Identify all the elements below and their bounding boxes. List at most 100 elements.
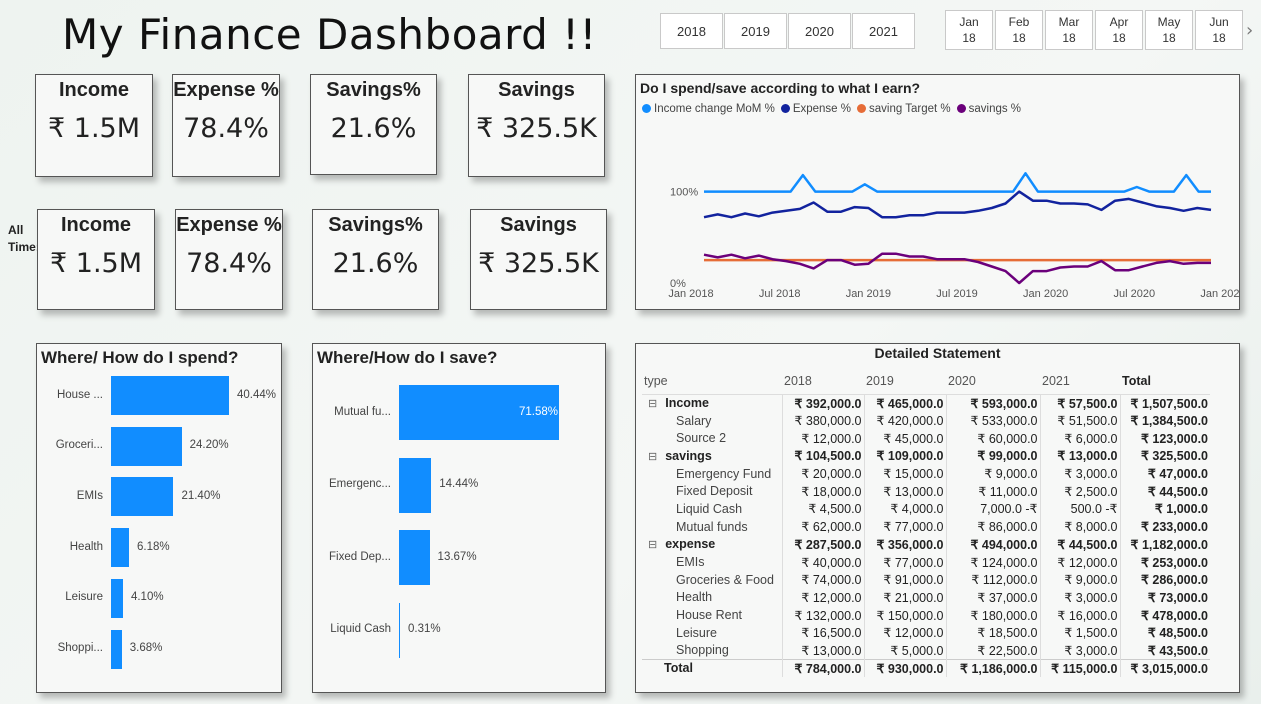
x-tick-label: Jan 2021 — [1200, 288, 1239, 300]
month-name: Mar — [1058, 15, 1080, 29]
month-slicer-apr18[interactable]: Apr 18 — [1095, 10, 1143, 50]
column-header[interactable]: 2018 — [782, 368, 864, 395]
table-cell: ₹ 40,000.0 — [781, 553, 864, 571]
month-name: Feb — [1008, 15, 1030, 29]
table-row[interactable]: ⊟ Income ₹ 392,000.0 ₹ 465,000.0 ₹ 593,000.0… — [642, 394, 1210, 412]
table-cell: ₹ 180,000.0 — [945, 606, 1040, 624]
table-row[interactable]: EMIs ₹ 40,000.0 ₹ 77,000.0 ₹ 124,000.0 ₹ 12,… — [642, 553, 1210, 571]
table-cell: ₹ 47,000.0 — [1119, 464, 1210, 483]
bar[interactable] — [111, 528, 130, 568]
table-cell: ₹ 4,500.0 — [781, 500, 864, 518]
table-row[interactable]: House Rent ₹ 132,000.0 ₹ 150,000.0 ₹ 180,00… — [642, 606, 1210, 624]
table-row[interactable]: ⊟ expense ₹ 287,500.0 ₹ 356,000.0 ₹ 494,000.… — [642, 535, 1210, 554]
row-label: Liquid Cash — [676, 501, 743, 516]
month-slicer-jan18[interactable]: Jan 18 — [945, 10, 993, 50]
table-cell: ₹ 60,000.0 — [945, 429, 1040, 448]
bar-category-label: Groceri... — [55, 439, 103, 452]
table-cell: ₹ 494,000.0 — [945, 535, 1040, 554]
kpi-expense-pct: Expense % 78.4% — [172, 74, 280, 177]
kpi-value: ₹ 325.5K — [478, 248, 599, 279]
series-line-1[interactable] — [704, 172, 1211, 193]
table-cell: ₹ 112,000.0 — [945, 570, 1040, 589]
month-slicer-feb18[interactable]: Feb 18 — [995, 10, 1043, 50]
bar-category-label: EMIs — [76, 489, 103, 502]
month-year: 18 — [1062, 31, 1076, 45]
table-cell: ₹ 13,000.0 — [863, 482, 946, 501]
column-header[interactable]: type — [642, 368, 782, 395]
table-row[interactable]: Mutual funds ₹ 62,000.0 ₹ 77,000.0 ₹ 86,000… — [642, 517, 1210, 536]
kpi-value: 21.6% — [332, 248, 419, 279]
month-name: Jan — [959, 15, 979, 29]
statement-table[interactable]: type 2018 2019 2020 2021 Total ⊟ Income ₹ … — [642, 368, 1210, 677]
table-cell: ₹ 99,000.0 — [945, 447, 1040, 465]
month-name: Apr — [1109, 15, 1129, 29]
statement-panel: Detailed Statement type 2018 2019 2020 2… — [635, 343, 1240, 693]
bar[interactable] — [111, 477, 174, 517]
line-chart-svg[interactable]: 0%100%Jan 2018 Jul 2018 Jan 2019 Jul 2019 Ja… — [636, 75, 1239, 309]
collapse-icon[interactable]: ⊟ — [648, 398, 657, 410]
table-row[interactable]: Liquid Cash ₹ 4,500.0 ₹ 4,000.0 7,000.0 -₹ 5… — [642, 500, 1210, 518]
table-total-row[interactable]: Total ₹ 784,000.0 ₹ 930,000.0 ₹ 1,186,000.0… — [642, 658, 1210, 677]
chevron-right-icon[interactable]: › — [1246, 20, 1253, 41]
table-cell: ₹ 73,000.0 — [1119, 588, 1210, 607]
row-label: Leisure — [676, 625, 717, 640]
bar[interactable] — [399, 602, 400, 658]
table-cell: ₹ 43,500.0 — [1119, 641, 1210, 660]
bar-value-label: 21.40% — [181, 489, 221, 502]
table-row[interactable]: Fixed Deposit ₹ 18,000.0 ₹ 13,000.0 ₹ 11,00… — [642, 482, 1210, 501]
month-year: 18 — [962, 31, 976, 45]
row-label[interactable]: ⊟ expense — [642, 536, 782, 554]
table-row[interactable]: Emergency Fund ₹ 20,000.0 ₹ 15,000.0 ₹ 9,00… — [642, 464, 1210, 483]
table-row[interactable]: Shopping ₹ 13,000.0 ₹ 5,000.0 ₹ 22,500.0 ₹ 3… — [642, 641, 1210, 660]
dashboard-title: My Finance Dashboard !! — [62, 10, 597, 59]
bar[interactable] — [399, 530, 430, 585]
table-cell: ₹ 18,500.0 — [945, 623, 1040, 642]
bar[interactable] — [111, 629, 122, 669]
year-slicer-2021[interactable]: 2021 — [852, 13, 915, 49]
bar[interactable] — [111, 376, 229, 415]
kpi-label: Savings% — [326, 79, 421, 101]
row-label[interactable]: ⊟ savings — [642, 447, 782, 465]
table-row[interactable]: Groceries & Food ₹ 74,000.0 ₹ 91,000.0 ₹ 11… — [642, 570, 1210, 589]
table-cell: ₹ 12,000.0 — [863, 623, 946, 642]
series-line-4[interactable] — [703, 252, 1211, 285]
table-cell: ₹ 4,000.0 — [863, 500, 946, 518]
table-row[interactable]: Salary ₹ 380,000.0 ₹ 420,000.0 ₹ 533,000.0 ₹… — [642, 411, 1210, 430]
month-slicer-mar18[interactable]: Mar 18 — [1045, 10, 1093, 50]
collapse-icon[interactable]: ⊟ — [648, 539, 657, 551]
table-cell: ₹ 77,000.0 — [863, 553, 946, 571]
row-label: Salary — [676, 413, 712, 428]
column-header[interactable]: Total — [1120, 368, 1210, 395]
month-slicer-may18[interactable]: May 18 — [1145, 10, 1193, 50]
bar-value-label: 4.10% — [130, 591, 164, 604]
bar[interactable] — [111, 578, 123, 618]
month-year: 18 — [1212, 31, 1226, 45]
kpi-value: 78.4% — [186, 248, 272, 279]
bar-value-label: 24.20% — [189, 439, 229, 452]
table-cell: ₹ 16,000.0 — [1039, 606, 1120, 624]
bar-value-label: 0.31% — [408, 623, 441, 635]
column-header[interactable]: 2020 — [946, 368, 1040, 395]
year-slicer-2019[interactable]: 2019 — [724, 13, 787, 49]
column-header[interactable]: 2021 — [1040, 368, 1120, 395]
table-row[interactable]: Health ₹ 12,000.0 ₹ 21,000.0 ₹ 37,000.0 ₹ 3,… — [642, 588, 1210, 607]
bar[interactable] — [399, 457, 432, 513]
column-header[interactable]: 2019 — [864, 368, 946, 395]
series-line-2[interactable] — [703, 190, 1212, 219]
bar[interactable] — [111, 426, 182, 466]
table-row[interactable]: Leisure ₹ 16,500.0 ₹ 12,000.0 ₹ 18,500.0 ₹ 1… — [642, 623, 1210, 642]
table-cell: ₹ 12,000.0 — [781, 429, 864, 448]
row-label[interactable]: ⊟ Income — [642, 394, 782, 412]
year-slicer-2020[interactable]: 2020 — [788, 13, 851, 49]
table-cell: ₹ 22,500.0 — [945, 641, 1040, 660]
month-year: 18 — [1162, 31, 1176, 45]
x-tick-label: Jul 2018 — [759, 288, 801, 300]
table-row[interactable]: ⊟ savings ₹ 104,500.0 ₹ 109,000.0 ₹ 99,000.0… — [642, 447, 1210, 465]
table-row[interactable]: Source 2 ₹ 12,000.0 ₹ 45,000.0 ₹ 60,000.0 ₹ … — [642, 429, 1210, 448]
collapse-icon[interactable]: ⊟ — [648, 451, 657, 463]
table-cell: ₹ 44,500.0 — [1119, 482, 1210, 501]
bar-value-label: 71.58% — [519, 405, 559, 418]
month-slicer-jun18[interactable]: Jun 18 — [1195, 10, 1243, 50]
year-slicer-2018[interactable]: 2018 — [660, 13, 723, 49]
kpi-value: ₹ 325.5K — [476, 113, 597, 144]
